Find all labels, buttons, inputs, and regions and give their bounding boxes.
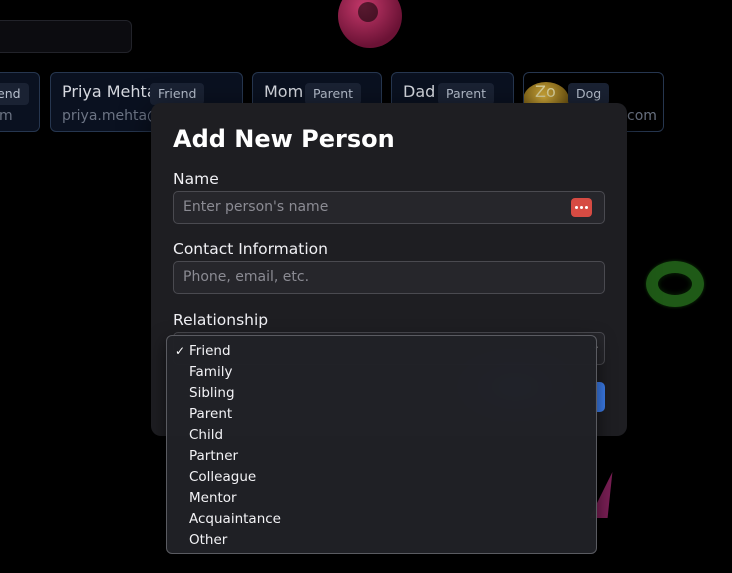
person-contact: com [627,108,657,124]
decorative-shape [338,0,402,48]
name-label: Name [173,170,219,188]
checkmark-icon: ✓ [175,344,186,358]
relationship-tag: Parent [305,83,362,105]
option-sibling[interactable]: Sibling [167,383,596,404]
name-placeholder: Enter person's name [183,199,329,215]
option-colleague[interactable]: Colleague [167,467,596,488]
contact-field[interactable]: Phone, email, etc. [173,261,605,294]
option-partner[interactable]: Partner [167,446,596,467]
decorative-ring [646,261,704,307]
option-other[interactable]: Other [167,530,596,551]
option-mentor[interactable]: Mentor [167,488,596,509]
relationship-tag: Friend [150,83,205,105]
person-name: Dad [403,82,436,101]
option-parent[interactable]: Parent [167,404,596,425]
name-field[interactable]: Enter person's name [173,191,605,224]
option-child[interactable]: Child [167,425,596,446]
contact-label: Contact Information [173,240,328,258]
option-acquaintance[interactable]: Acquaintance [167,509,596,530]
person-contact: m [0,108,13,124]
person-name: Mom [264,82,304,101]
relationship-tag: end [0,83,29,105]
person-card[interactable]: end m [0,72,40,132]
relationship-label: Relationship [173,311,269,329]
contact-placeholder: Phone, email, etc. [183,269,310,285]
person-name: Priya Mehta [62,82,157,101]
modal-title: Add New Person [173,125,395,153]
background-search-field [0,20,132,53]
option-friend[interactable]: ✓ Friend [167,341,596,362]
option-family[interactable]: Family [167,362,596,383]
person-contact: priya.mehta@ [62,108,162,124]
relationship-tag: Parent [438,83,495,105]
relationship-dropdown-menu: ✓ Friend Family Sibling Parent Child Part… [166,335,597,554]
person-name: Zo [535,82,556,101]
password-manager-icon[interactable] [571,198,592,217]
relationship-tag: Dog [568,83,610,105]
